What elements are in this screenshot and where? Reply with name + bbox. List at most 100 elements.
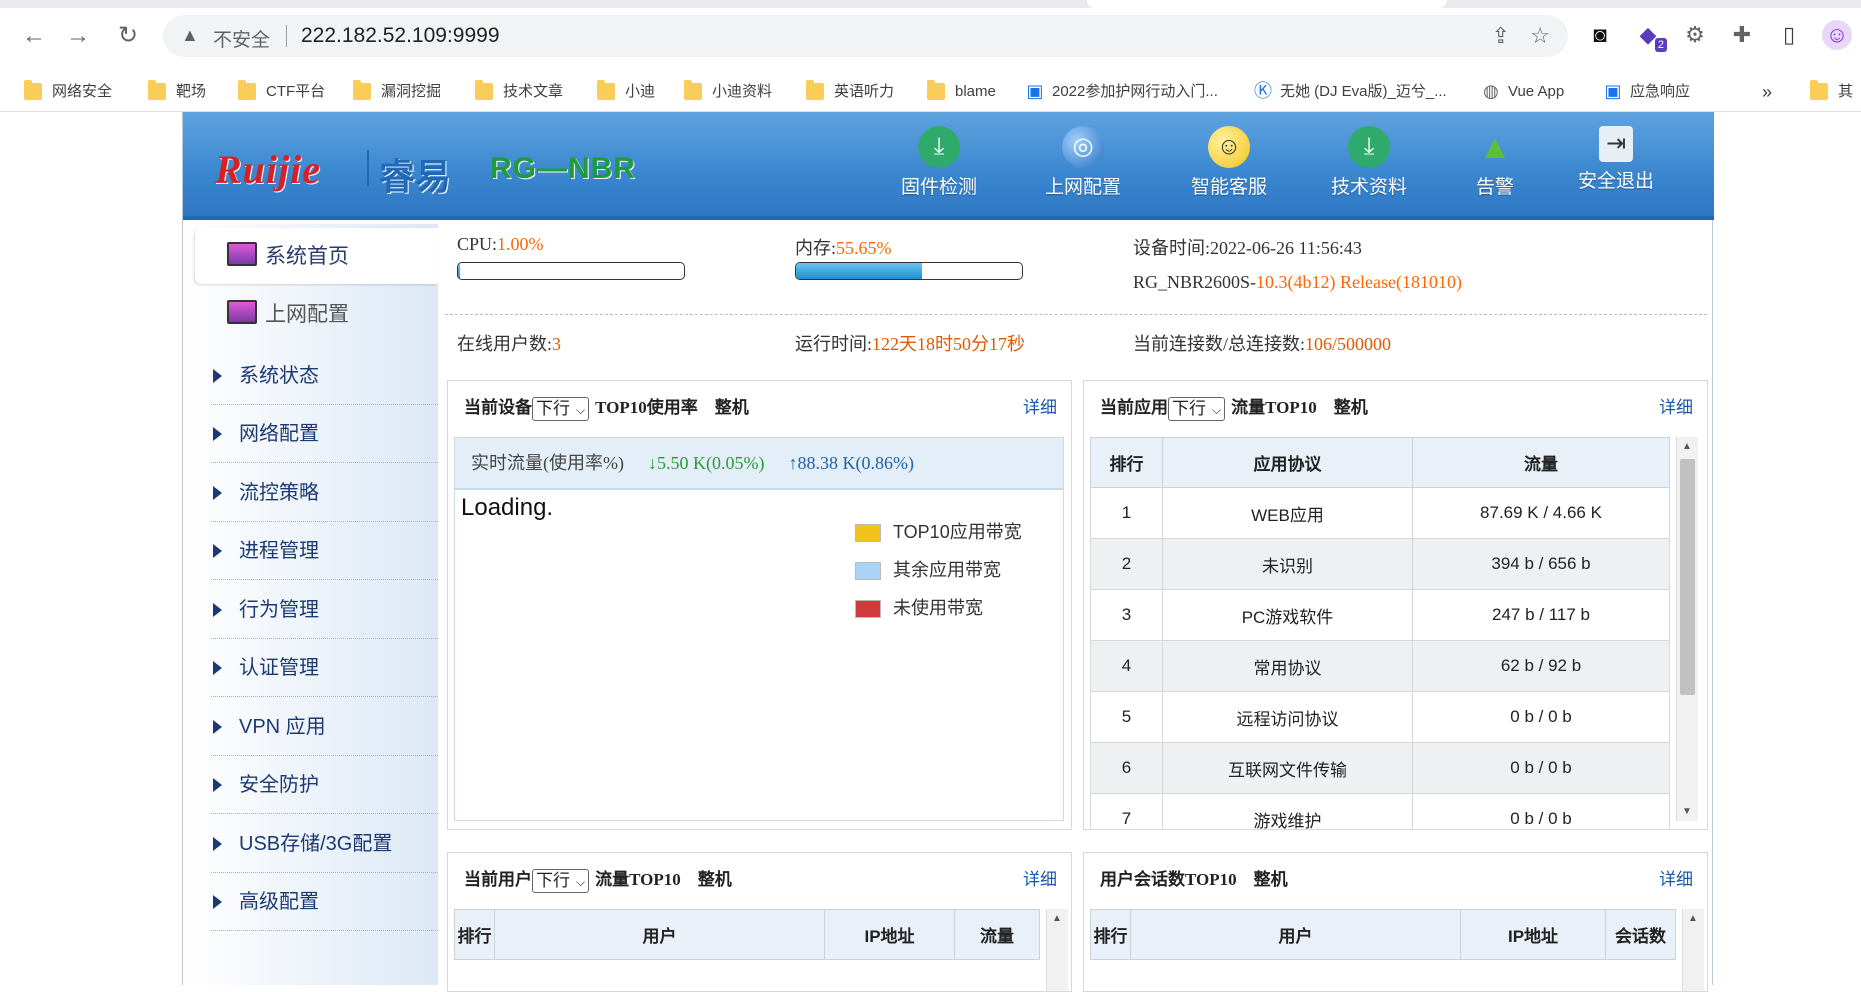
profile-avatar[interactable]: ☺ bbox=[1822, 20, 1852, 50]
table-header-row: 排行 应用协议 流量 bbox=[1090, 437, 1670, 488]
flow-cell: 62 b / 92 b bbox=[1412, 640, 1670, 692]
star-icon[interactable]: ☆ bbox=[1530, 23, 1550, 49]
folder-icon bbox=[24, 80, 42, 100]
sidebar-item-label: 网络配置 bbox=[239, 423, 319, 445]
user-traffic-panel: 当前用户 下行 ⌵ 流量TOP10 整机 详细 排行 用户 IP地址 流量 ▲ bbox=[447, 852, 1072, 992]
extension-cube-icon[interactable]: ◆ 2 bbox=[1633, 20, 1667, 52]
scrollbar-thumb[interactable] bbox=[1680, 459, 1695, 695]
sidebar-item-usb-3g[interactable]: USB存储/3G配置 bbox=[211, 815, 438, 873]
sidebar-item-system-status[interactable]: 系统状态 bbox=[211, 347, 438, 405]
scroll-up-icon[interactable]: ▲ bbox=[1682, 441, 1692, 452]
sidebar-item-behavior-mgmt[interactable]: 行为管理 bbox=[211, 581, 438, 639]
download-rate: ↓5.50 K(0.05%) bbox=[647, 453, 765, 473]
sidebar-item-flow-control[interactable]: 流控策略 bbox=[211, 464, 438, 522]
scroll-up-icon[interactable]: ▲ bbox=[1688, 913, 1698, 924]
sidebar-item-internet-config[interactable]: 上网配置 bbox=[195, 286, 438, 342]
bookmark-label: 靶场 bbox=[176, 83, 207, 100]
table-row: 4 常用协议 62 b / 92 b bbox=[1090, 640, 1670, 692]
nav-smart-service[interactable]: ☺ 智能客服 bbox=[1169, 126, 1289, 216]
detail-link[interactable]: 详细 bbox=[1659, 393, 1693, 418]
detail-link[interactable]: 详细 bbox=[1659, 865, 1693, 890]
nav-logout[interactable]: ⇥ 安全退出 bbox=[1556, 126, 1676, 216]
bookmark-folder[interactable]: 小迪资料 bbox=[684, 80, 772, 104]
url-text[interactable]: 222.182.52.109:9999 bbox=[301, 24, 500, 48]
column-header: 会话数 bbox=[1605, 909, 1676, 960]
memory-bar bbox=[795, 262, 1023, 280]
flow-cell: 0 b / 0 b bbox=[1412, 742, 1670, 794]
bandwidth-chart-area: Loading. TOP10应用带宽 其余应用带宽 未使用带宽 bbox=[454, 489, 1064, 821]
direction-select[interactable]: 下行 ⌵ bbox=[532, 397, 590, 422]
sidebar-item-security[interactable]: 安全防护 bbox=[211, 756, 438, 814]
insecure-label[interactable]: 不安全 bbox=[213, 25, 270, 52]
legend-item: 未使用带宽 bbox=[855, 596, 1022, 634]
bookmark-folder[interactable]: CTF平台 bbox=[238, 80, 325, 104]
bookmark-folder[interactable]: 英语听力 bbox=[806, 80, 894, 104]
rank-cell: 6 bbox=[1090, 742, 1163, 794]
bookmark-folder[interactable]: 靶场 bbox=[148, 80, 206, 104]
rank-cell: 4 bbox=[1090, 640, 1163, 692]
sidebar-item-process-mgmt[interactable]: 进程管理 bbox=[211, 522, 438, 580]
forward-icon[interactable]: → bbox=[62, 20, 94, 52]
sidebar-item-auth-mgmt[interactable]: 认证管理 bbox=[211, 639, 438, 697]
reload-icon[interactable]: ↻ bbox=[112, 20, 144, 52]
page-header: Ruijie 睿易 RG—NBR ⤓ 固件检测 ◎ 上网配置 ☺ 智能客服 ⤓ … bbox=[183, 112, 1714, 220]
connections-label: 当前连接数/总连接数: bbox=[1133, 334, 1306, 354]
table-scrollbar[interactable]: ▲ bbox=[1046, 909, 1068, 991]
address-bar[interactable]: ▲ 不安全 222.182.52.109:9999 ⇪ ☆ bbox=[163, 15, 1568, 57]
nav-internet-config[interactable]: ◎ 上网配置 bbox=[1023, 126, 1143, 216]
nav-tech-docs[interactable]: ⤓ 技术资料 bbox=[1309, 126, 1429, 216]
direction-select[interactable]: 下行 ⌵ bbox=[1168, 397, 1226, 422]
scroll-down-icon[interactable]: ▼ bbox=[1682, 806, 1692, 817]
bookmark-folder[interactable]: 其 bbox=[1810, 80, 1853, 104]
sidebar-item-label: 安全防护 bbox=[239, 774, 319, 796]
sidepanel-icon[interactable]: ▯ bbox=[1774, 20, 1804, 50]
bookmark-link[interactable]: ▣ 应急响应 bbox=[1602, 80, 1690, 104]
bookmarks-overflow[interactable]: » bbox=[1762, 80, 1772, 104]
back-icon[interactable]: ← bbox=[18, 20, 50, 52]
puzzle-icon[interactable]: ✚ bbox=[1727, 20, 1757, 50]
warning-icon[interactable]: ▲ bbox=[181, 25, 199, 46]
select-value: 下行 bbox=[536, 871, 570, 891]
bookmark-folder[interactable]: 技术文章 bbox=[475, 80, 563, 104]
extension-face-icon[interactable]: ◙ bbox=[1585, 20, 1615, 50]
direction-select[interactable]: 下行 ⌵ bbox=[532, 869, 590, 894]
sidebar-item-network-config[interactable]: 网络配置 bbox=[211, 405, 438, 463]
bookmark-link[interactable]: ▣ 2022参加护网行动入门... bbox=[1024, 80, 1217, 104]
sidebar-item-label: 高级配置 bbox=[239, 891, 319, 913]
sidebar-item-label: 进程管理 bbox=[239, 540, 319, 562]
bookmark-folder[interactable]: 网络安全 bbox=[24, 80, 112, 104]
bookmark-folder[interactable]: 漏洞挖掘 bbox=[353, 80, 441, 104]
uptime-label: 运行时间: bbox=[795, 334, 873, 354]
app-cell: PC游戏软件 bbox=[1162, 589, 1413, 641]
scroll-up-icon[interactable]: ▲ bbox=[1052, 913, 1062, 924]
table-scrollbar[interactable]: ▲ ▼ bbox=[1676, 437, 1698, 821]
legend-item: 其余应用带宽 bbox=[855, 558, 1022, 596]
active-tab[interactable] bbox=[1087, 0, 1447, 8]
expand-arrow-icon bbox=[213, 544, 222, 558]
bookmark-link[interactable]: Ⓚ 无她 (DJ Eva版)_迈兮_... bbox=[1252, 80, 1447, 104]
rank-cell: 3 bbox=[1090, 589, 1163, 641]
folder-icon bbox=[806, 80, 824, 100]
detail-link[interactable]: 详细 bbox=[1023, 393, 1057, 418]
expand-arrow-icon bbox=[213, 720, 222, 734]
nav-label: 固件检测 bbox=[900, 177, 977, 198]
table-scrollbar[interactable]: ▲ bbox=[1682, 909, 1704, 991]
gear-icon[interactable]: ⚙ bbox=[1680, 20, 1710, 50]
connections: 当前连接数/总连接数:106/500000 bbox=[1133, 330, 1391, 356]
browser-toolbar: ← → ↻ ▲ 不安全 222.182.52.109:9999 ⇪ ☆ ◙ ◆ 2… bbox=[0, 0, 1861, 70]
sidebar-item-vpn[interactable]: VPN 应用 bbox=[211, 698, 438, 756]
bookmark-folder[interactable]: 小迪 bbox=[597, 80, 655, 104]
bookmark-link[interactable]: ◍ Vue App bbox=[1480, 80, 1564, 104]
sidebar-item-home[interactable]: 系统首页 bbox=[195, 228, 438, 284]
panel-header: 当前用户 下行 ⌵ 流量TOP10 整机 详细 bbox=[448, 853, 1071, 897]
nav-firmware-check[interactable]: ⤓ 固件检测 bbox=[879, 126, 999, 216]
bookmark-folder[interactable]: blame bbox=[927, 80, 996, 104]
nav-alarm[interactable]: ▲ 告警 bbox=[1435, 126, 1555, 216]
share-icon[interactable]: ⇪ bbox=[1492, 23, 1510, 49]
detail-link[interactable]: 详细 bbox=[1023, 865, 1057, 890]
sidebar-item-advanced[interactable]: 高级配置 bbox=[211, 873, 438, 931]
extension-badge: 2 bbox=[1654, 38, 1667, 52]
bookmark-label: 无她 (DJ Eva版)_迈兮_... bbox=[1280, 83, 1447, 100]
panel-title-prefix: 当前应用 bbox=[1100, 398, 1168, 417]
panel-title-suffix: 流量TOP10 整机 bbox=[595, 870, 732, 889]
